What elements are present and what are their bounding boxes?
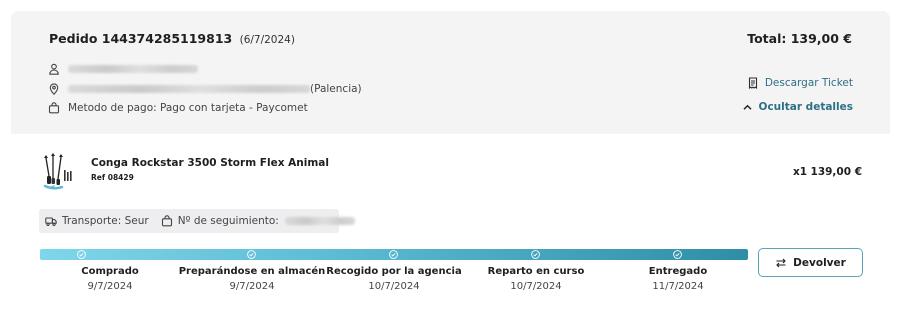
location-pin-icon	[49, 83, 59, 95]
product-ref: Ref 08429	[91, 173, 134, 182]
address-row: (Palencia)	[48, 82, 362, 96]
chevron-up-icon	[743, 104, 752, 110]
hide-details-toggle[interactable]: Ocultar detalles	[742, 101, 853, 113]
product-price: 139,00 €	[810, 166, 862, 178]
hide-details-label[interactable]: Ocultar detalles	[759, 101, 853, 113]
download-ticket-link[interactable]: Descargar Ticket	[747, 77, 853, 89]
payment-row: Metodo de pago: Pago con tarjeta - Payco…	[48, 101, 308, 115]
order-total: Total: 139,00 €	[747, 31, 852, 46]
payment-method: Metodo de pago: Pago con tarjeta - Payco…	[68, 102, 308, 114]
step-date-in-delivery: 10/7/2024	[510, 281, 562, 292]
package-icon	[161, 215, 172, 227]
transport-info: Transporte: Seur	[45, 215, 149, 227]
order-card: Pedido 144374285119813 (6/7/2024) Total:…	[11, 11, 890, 315]
product-quantity: x1	[793, 166, 808, 178]
product-name[interactable]: Conga Rockstar 3500 Storm Flex Animal	[91, 157, 329, 169]
download-ticket-label[interactable]: Descargar Ticket	[765, 77, 853, 89]
step-date-picked-up: 10/7/2024	[368, 281, 420, 292]
receipt-icon	[748, 77, 757, 89]
address-redacted	[68, 85, 310, 93]
user-icon	[49, 63, 59, 75]
step-label-in-delivery: Reparto en curso	[487, 266, 585, 277]
address-city: (Palencia)	[310, 83, 362, 95]
step-date-preparing: 9/7/2024	[229, 281, 275, 292]
order-number: Pedido 144374285119813	[49, 31, 233, 46]
check-circle-icon	[389, 250, 398, 259]
customer-name-redacted	[68, 65, 198, 73]
order-header: Pedido 144374285119813 (6/7/2024) Total:…	[11, 11, 890, 134]
step-date-purchased: 9/7/2024	[87, 281, 133, 292]
tracking-number-redacted	[284, 217, 355, 225]
step-date-delivered: 11/7/2024	[652, 281, 704, 292]
truck-icon	[45, 217, 57, 227]
return-button[interactable]: Devolver	[758, 248, 863, 277]
product-image	[43, 153, 72, 190]
step-label-delivered: Entregado	[648, 266, 708, 277]
order-title: Pedido 144374285119813 (6/7/2024)	[49, 31, 295, 46]
check-circle-icon	[531, 250, 540, 259]
check-circle-icon	[77, 250, 86, 259]
check-circle-icon	[247, 250, 256, 259]
order-date: (6/7/2024)	[239, 34, 295, 46]
step-label-purchased: Comprado	[81, 266, 139, 277]
customer-name-row	[48, 62, 198, 76]
return-button-label[interactable]: Devolver	[793, 257, 846, 269]
bag-icon	[48, 102, 60, 114]
tracking-info: Nº de seguimiento:	[161, 215, 355, 227]
transport-label: Transporte: Seur	[62, 215, 149, 227]
step-label-preparing: Preparándose en almacén	[178, 266, 326, 277]
swap-arrows-icon	[776, 258, 786, 267]
step-label-picked-up: Recogido por la agencia	[326, 266, 462, 277]
check-circle-icon	[673, 250, 682, 259]
tracking-label: Nº de seguimiento:	[177, 215, 279, 227]
shipping-info: Transporte: Seur Nº de seguimiento:	[39, 209, 355, 233]
